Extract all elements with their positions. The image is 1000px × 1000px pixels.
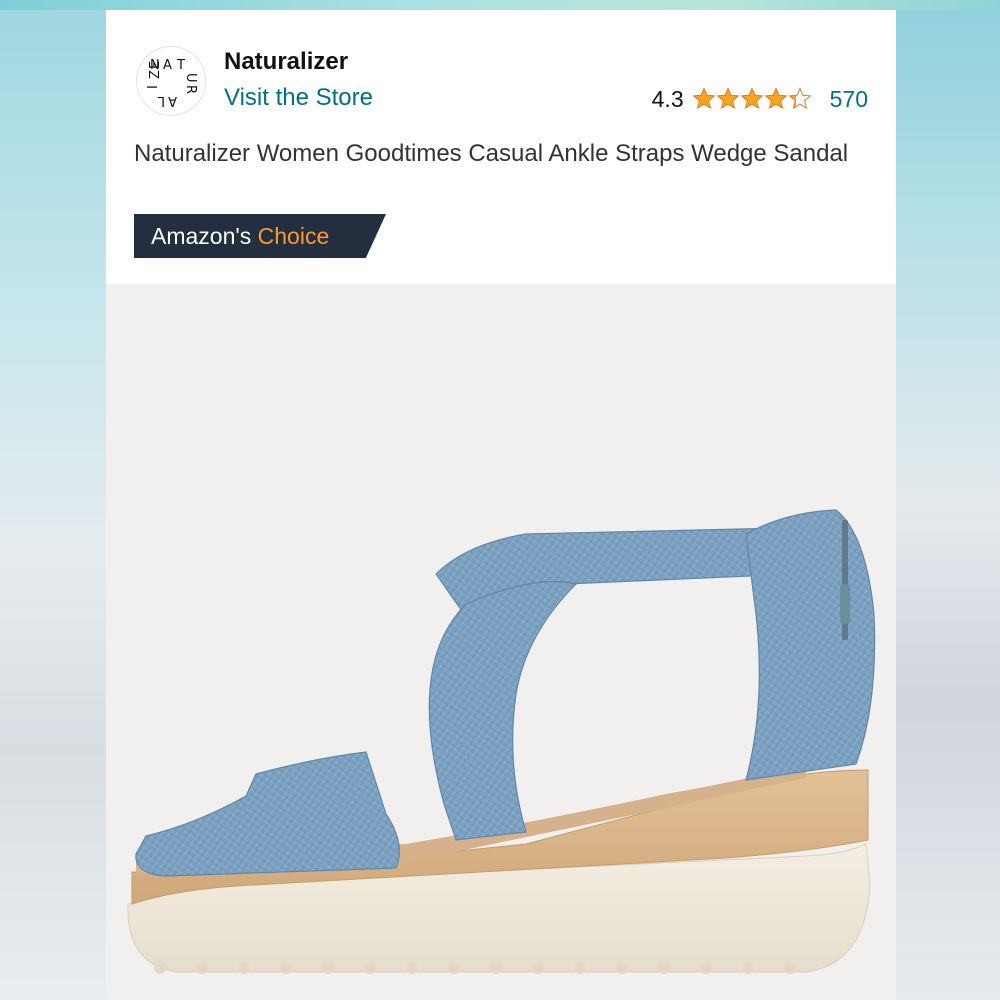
- brand-name[interactable]: Naturalizer: [224, 48, 348, 76]
- background-blur-right: [896, 0, 1000, 1000]
- svg-text:Z: Z: [148, 70, 163, 79]
- star-icon: [716, 87, 740, 110]
- product-title[interactable]: Naturalizer Women Goodtimes Casual Ankle…: [134, 136, 874, 172]
- rating-summary[interactable]: 4.3 570: [652, 84, 868, 114]
- product-image[interactable]: [106, 284, 896, 1000]
- svg-text:R: R: [183, 85, 198, 94]
- star-icon: [764, 87, 788, 110]
- svg-text:U: U: [183, 73, 198, 83]
- rating-value: 4.3: [651, 85, 684, 112]
- star-icon: [692, 87, 716, 110]
- svg-text:A: A: [168, 93, 177, 108]
- svg-text:I: I: [146, 85, 161, 89]
- top-color-strip: [0, 0, 1000, 10]
- svg-text:T: T: [176, 58, 185, 73]
- svg-text:A: A: [163, 58, 172, 73]
- svg-text:L: L: [157, 93, 165, 108]
- product-card: N A T U R A L I Z E Naturalizer Visit th…: [106, 10, 896, 1000]
- wedge-sandal-image: [127, 509, 876, 974]
- background-blur-left: [0, 0, 106, 1000]
- star-icon: [740, 87, 764, 110]
- rating-count-link[interactable]: 570: [830, 86, 868, 113]
- star-rating[interactable]: [692, 87, 812, 111]
- naturalizer-logo-icon[interactable]: N A T U R A L I Z E: [136, 46, 206, 116]
- badge-highlight: Choice: [257, 222, 330, 249]
- amazons-choice-badge: Amazon's Choice: [134, 214, 386, 258]
- badge-prefix: Amazon's: [151, 222, 252, 249]
- star-icon: [788, 87, 812, 110]
- visit-store-link[interactable]: Visit the Store: [224, 84, 373, 112]
- product-header: N A T U R A L I Z E Naturalizer Visit th…: [106, 10, 896, 284]
- svg-text:E: E: [148, 61, 163, 69]
